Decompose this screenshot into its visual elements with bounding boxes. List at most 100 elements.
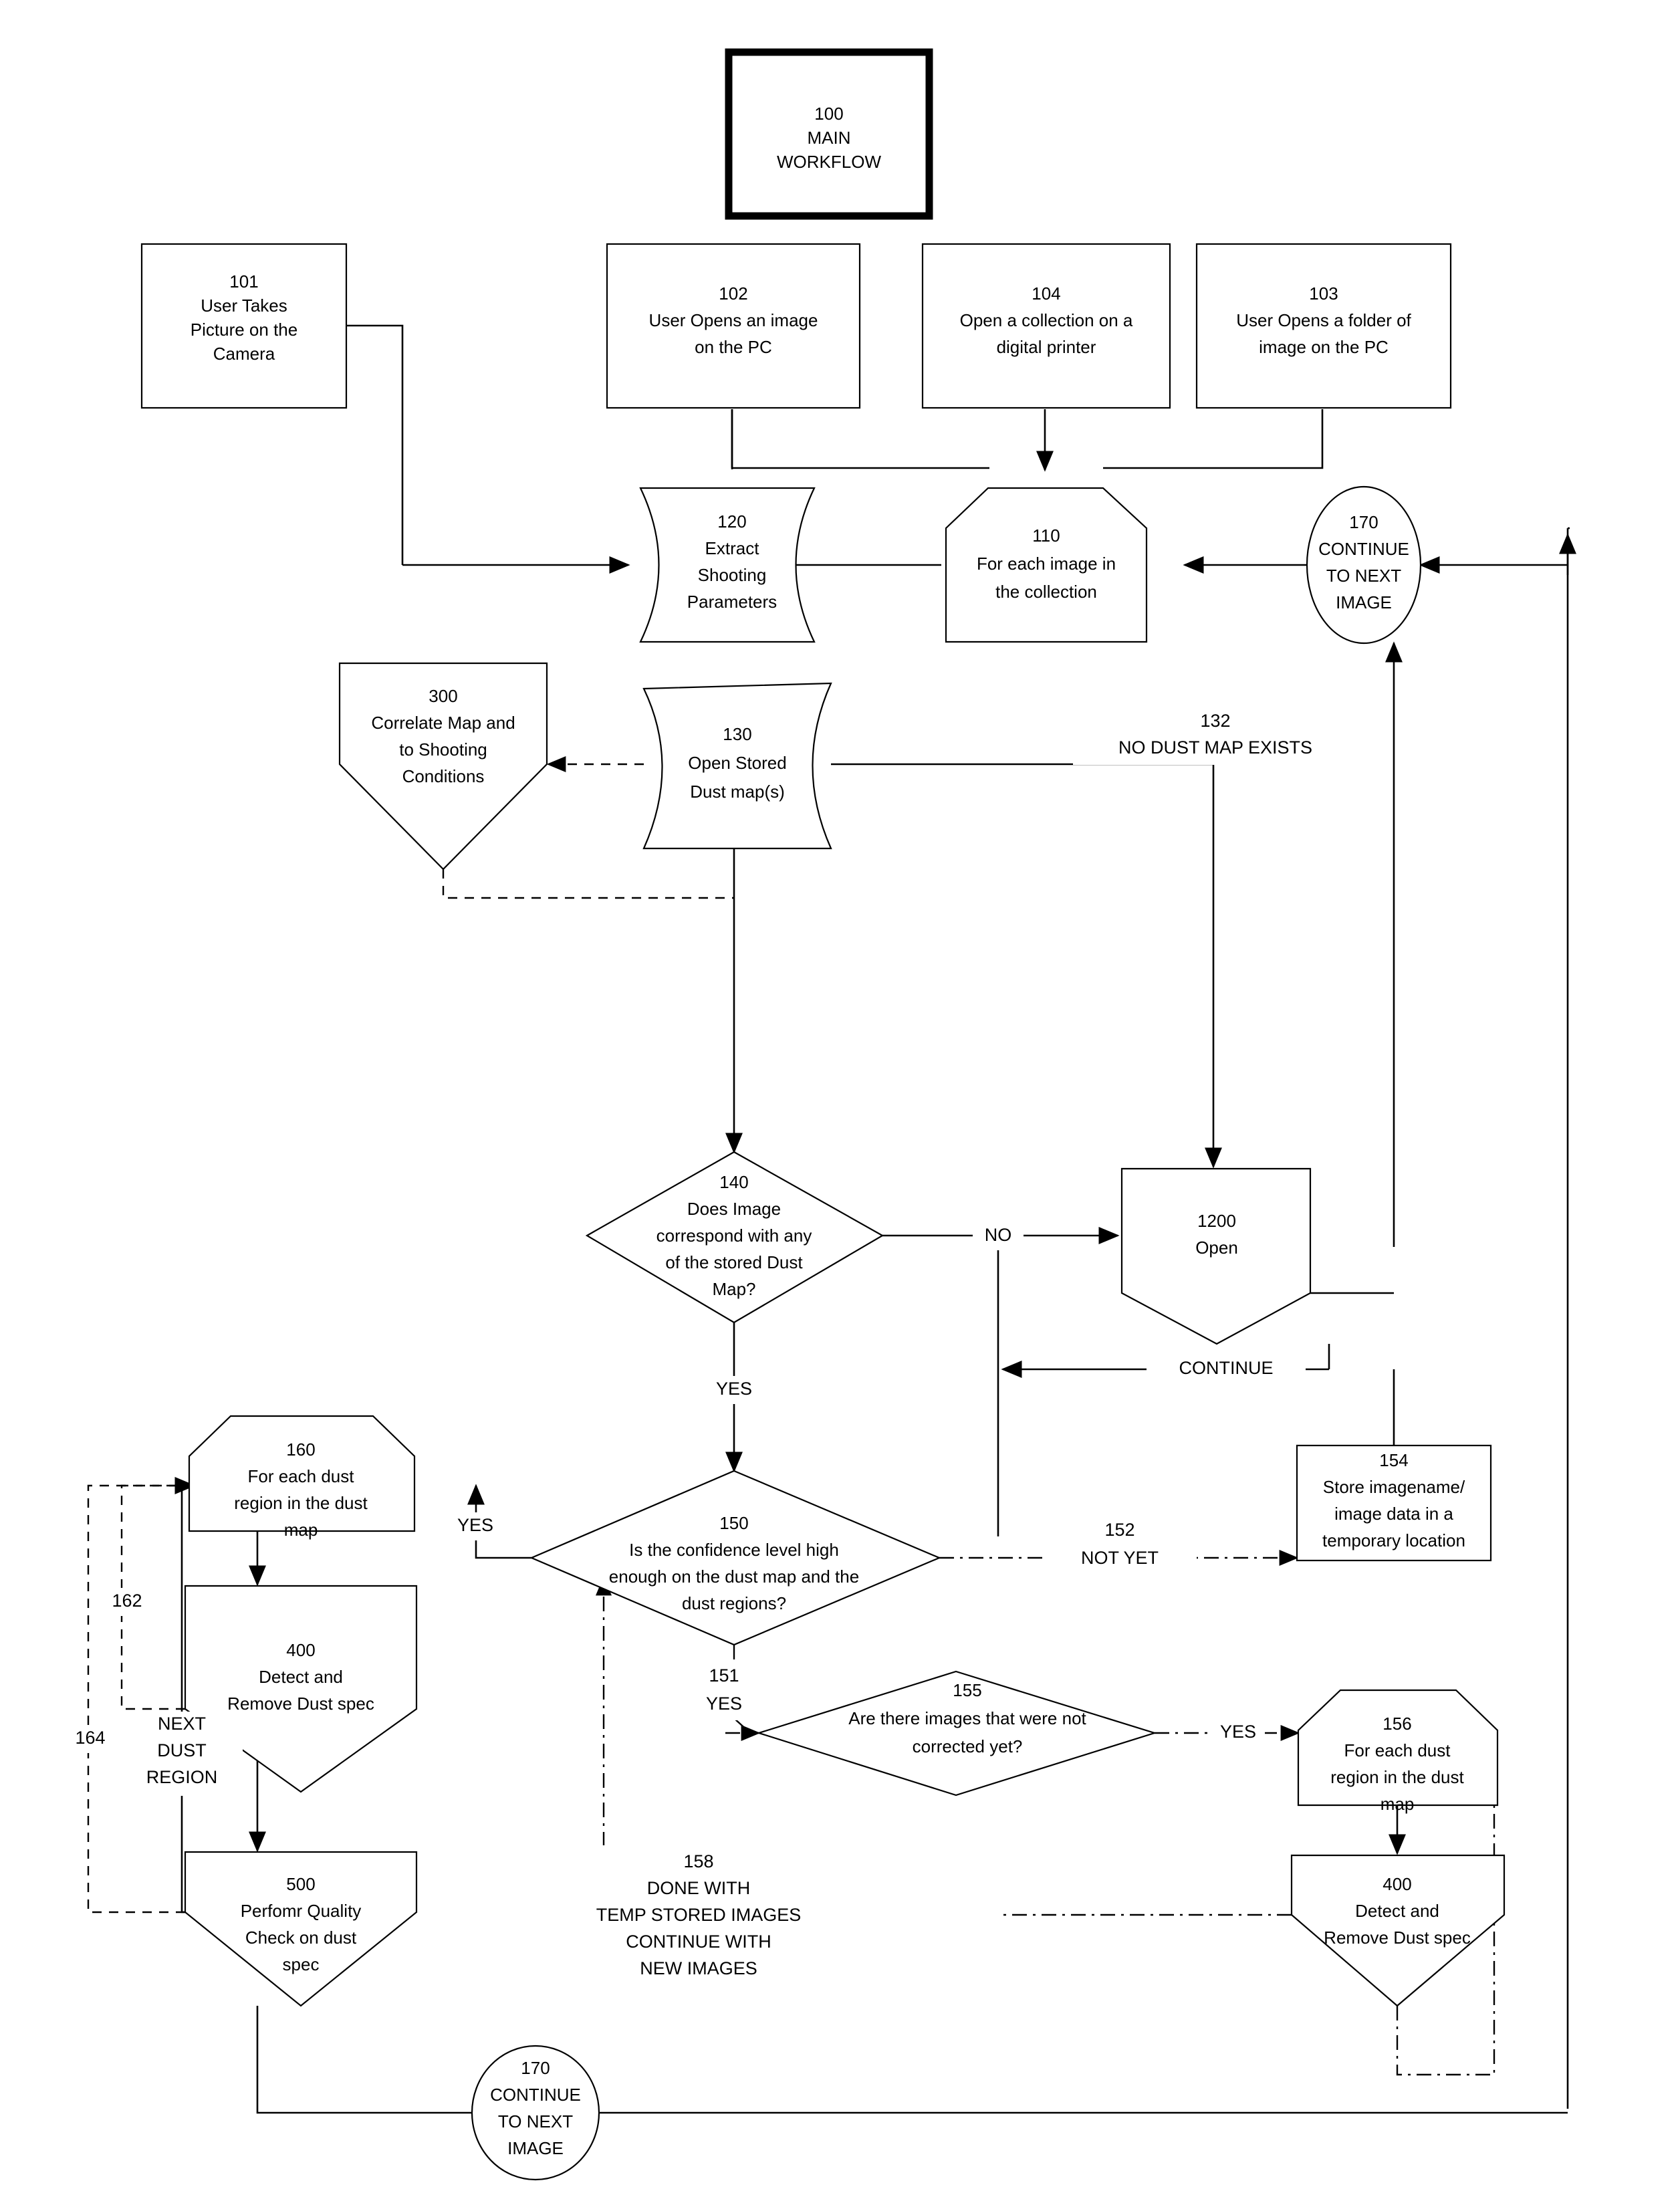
svg-text:Shooting: Shooting xyxy=(698,565,767,585)
node-100-line-2: WORKFLOW xyxy=(777,152,881,172)
svg-text:to Shooting: to Shooting xyxy=(399,739,487,760)
svg-text:CONTINUE: CONTINUE xyxy=(490,2085,581,2105)
edge-label-1200-continue: CONTINUE xyxy=(1147,1355,1306,1383)
svg-text:Open a collection on a: Open a collection on a xyxy=(960,310,1133,330)
svg-text:on the PC: on the PC xyxy=(695,337,772,357)
svg-text:Camera: Camera xyxy=(213,344,275,364)
svg-text:300: 300 xyxy=(429,686,457,706)
svg-text:155: 155 xyxy=(953,1680,981,1700)
svg-text:spec: spec xyxy=(283,1954,320,1974)
svg-text:enough on the dust map and the: enough on the dust map and the xyxy=(609,1567,859,1587)
svg-text:map: map xyxy=(284,1520,318,1540)
svg-text:map: map xyxy=(1381,1794,1415,1814)
svg-text:temporary location: temporary location xyxy=(1322,1530,1465,1550)
svg-text:120: 120 xyxy=(717,511,746,532)
svg-text:NEXT: NEXT xyxy=(158,1714,206,1734)
svg-text:Conditions: Conditions xyxy=(402,766,485,786)
svg-text:Dust map(s): Dust map(s) xyxy=(690,782,785,802)
svg-text:CONTINUE: CONTINUE xyxy=(1318,539,1409,559)
edge-right-rail-into-170top xyxy=(1566,527,1570,2109)
svg-text:User Opens an image: User Opens an image xyxy=(649,310,818,330)
svg-text:151: 151 xyxy=(709,1665,739,1686)
edge-label-162: 162 xyxy=(100,1588,154,1616)
edge-label-140-yes: YES xyxy=(702,1376,766,1404)
svg-text:User Opens a folder of: User Opens a folder of xyxy=(1236,310,1411,330)
svg-text:102: 102 xyxy=(719,283,747,304)
svg-text:154: 154 xyxy=(1379,1450,1408,1470)
svg-text:CONTINUE: CONTINUE xyxy=(1179,1358,1274,1378)
svg-text:YES: YES xyxy=(1220,1722,1256,1742)
svg-text:correspond with any: correspond with any xyxy=(656,1226,812,1246)
edge-164-loop xyxy=(87,1484,189,1914)
svg-text:Detect and: Detect and xyxy=(259,1667,343,1687)
edge-103-to-110 xyxy=(1103,409,1324,469)
svg-text:152: 152 xyxy=(1104,1520,1134,1540)
svg-text:Remove Dust spec: Remove Dust spec xyxy=(227,1694,374,1714)
svg-text:Map?: Map? xyxy=(712,1279,755,1299)
node-100-line-1: MAIN xyxy=(808,128,851,148)
svg-text:150: 150 xyxy=(719,1513,748,1533)
svg-text:Parameters: Parameters xyxy=(687,592,777,612)
svg-text:image data in a: image data in a xyxy=(1334,1504,1453,1524)
svg-text:CONTINUE WITH: CONTINUE WITH xyxy=(626,1932,771,1952)
svg-text:156: 156 xyxy=(1383,1714,1411,1734)
edge-label-140-no: NO xyxy=(973,1222,1024,1250)
svg-text:140: 140 xyxy=(719,1172,748,1192)
svg-text:YES: YES xyxy=(706,1694,742,1714)
svg-text:TO NEXT: TO NEXT xyxy=(498,2111,573,2131)
edge-101-to-120 xyxy=(346,324,630,574)
svg-text:region in the dust: region in the dust xyxy=(234,1493,368,1513)
svg-text:Detect and: Detect and xyxy=(1355,1901,1439,1921)
svg-text:170: 170 xyxy=(521,2058,550,2078)
svg-text:Open: Open xyxy=(1195,1238,1238,1258)
edge-label-151-yes: 151 YES xyxy=(691,1661,757,1720)
svg-text:101: 101 xyxy=(229,271,258,292)
edge-300-feedback xyxy=(442,869,734,899)
svg-text:YES: YES xyxy=(716,1379,752,1399)
edge-label-150-yes-left: YES xyxy=(443,1512,507,1540)
svg-text:Does Image: Does Image xyxy=(687,1199,781,1219)
svg-text:103: 103 xyxy=(1309,283,1338,304)
svg-text:162: 162 xyxy=(112,1591,142,1611)
svg-text:REGION: REGION xyxy=(146,1767,218,1787)
svg-text:the collection: the collection xyxy=(995,582,1097,602)
svg-text:For each dust: For each dust xyxy=(248,1466,355,1486)
svg-text:164: 164 xyxy=(75,1728,105,1748)
svg-text:IMAGE: IMAGE xyxy=(507,2138,564,2158)
edge-label-164: 164 xyxy=(64,1725,117,1753)
svg-text:TO NEXT: TO NEXT xyxy=(1326,566,1401,586)
svg-text:For each dust: For each dust xyxy=(1344,1740,1451,1760)
svg-text:NOT YET: NOT YET xyxy=(1081,1548,1159,1568)
svg-text:158: 158 xyxy=(683,1851,713,1871)
svg-text:130: 130 xyxy=(723,724,751,744)
svg-text:TEMP STORED IMAGES: TEMP STORED IMAGES xyxy=(596,1905,802,1925)
svg-text:Check on dust: Check on dust xyxy=(245,1928,357,1948)
flowchart-svg: 100 MAIN WORKFLOW 101 User Takes Picture… xyxy=(64,48,1576,2181)
svg-text:NO: NO xyxy=(985,1225,1012,1245)
svg-text:Is the confidence level high: Is the confidence level high xyxy=(629,1540,839,1560)
svg-text:500: 500 xyxy=(286,1874,315,1894)
svg-text:Picture on the: Picture on the xyxy=(191,320,297,340)
svg-text:image on the PC: image on the PC xyxy=(1259,337,1389,357)
svg-text:corrected yet?: corrected yet? xyxy=(913,1736,1023,1756)
svg-text:digital printer: digital printer xyxy=(997,337,1096,357)
svg-text:User Takes: User Takes xyxy=(201,296,287,316)
flowchart-canvas: 100 MAIN WORKFLOW 101 User Takes Picture… xyxy=(0,0,1680,2199)
edge-label-152-not-yet: 152 NOT YET xyxy=(1043,1516,1197,1574)
svg-text:Store imagename/: Store imagename/ xyxy=(1323,1477,1465,1497)
edge-130-to-1200 xyxy=(831,763,1222,1169)
svg-text:Open Stored: Open Stored xyxy=(688,753,786,773)
svg-text:400: 400 xyxy=(1383,1874,1411,1894)
svg-text:NO DUST MAP EXISTS: NO DUST MAP EXISTS xyxy=(1118,737,1312,758)
svg-text:Correlate Map and: Correlate Map and xyxy=(371,713,515,733)
edge-500-to-170bottom xyxy=(256,2006,472,2114)
svg-text:400: 400 xyxy=(286,1640,315,1660)
edge-label-158: 158 DONE WITH TEMP STORED IMAGES CONTINU… xyxy=(565,1845,886,1986)
svg-text:YES: YES xyxy=(457,1515,493,1535)
edge-label-next-dust-region: NEXT DUST REGION xyxy=(129,1712,243,1796)
svg-text:DUST: DUST xyxy=(157,1740,207,1760)
svg-text:132: 132 xyxy=(1200,711,1230,731)
svg-text:For each image in: For each image in xyxy=(977,554,1116,574)
node-100-line-0: 100 xyxy=(814,104,843,124)
svg-text:Extract: Extract xyxy=(705,538,760,558)
